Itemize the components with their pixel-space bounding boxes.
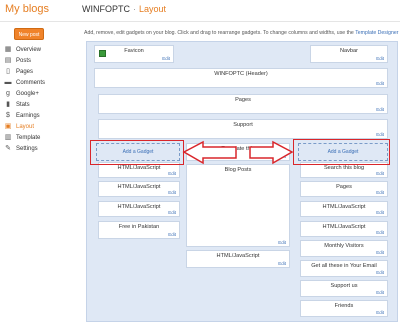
blogger-layout-page: My blogs WINFOPTC · Layout New post ▦ Overv… xyxy=(0,0,400,322)
arrow-left-icon xyxy=(182,140,237,165)
arrow-right-icon xyxy=(249,140,294,165)
annotation-arrows xyxy=(182,140,294,165)
